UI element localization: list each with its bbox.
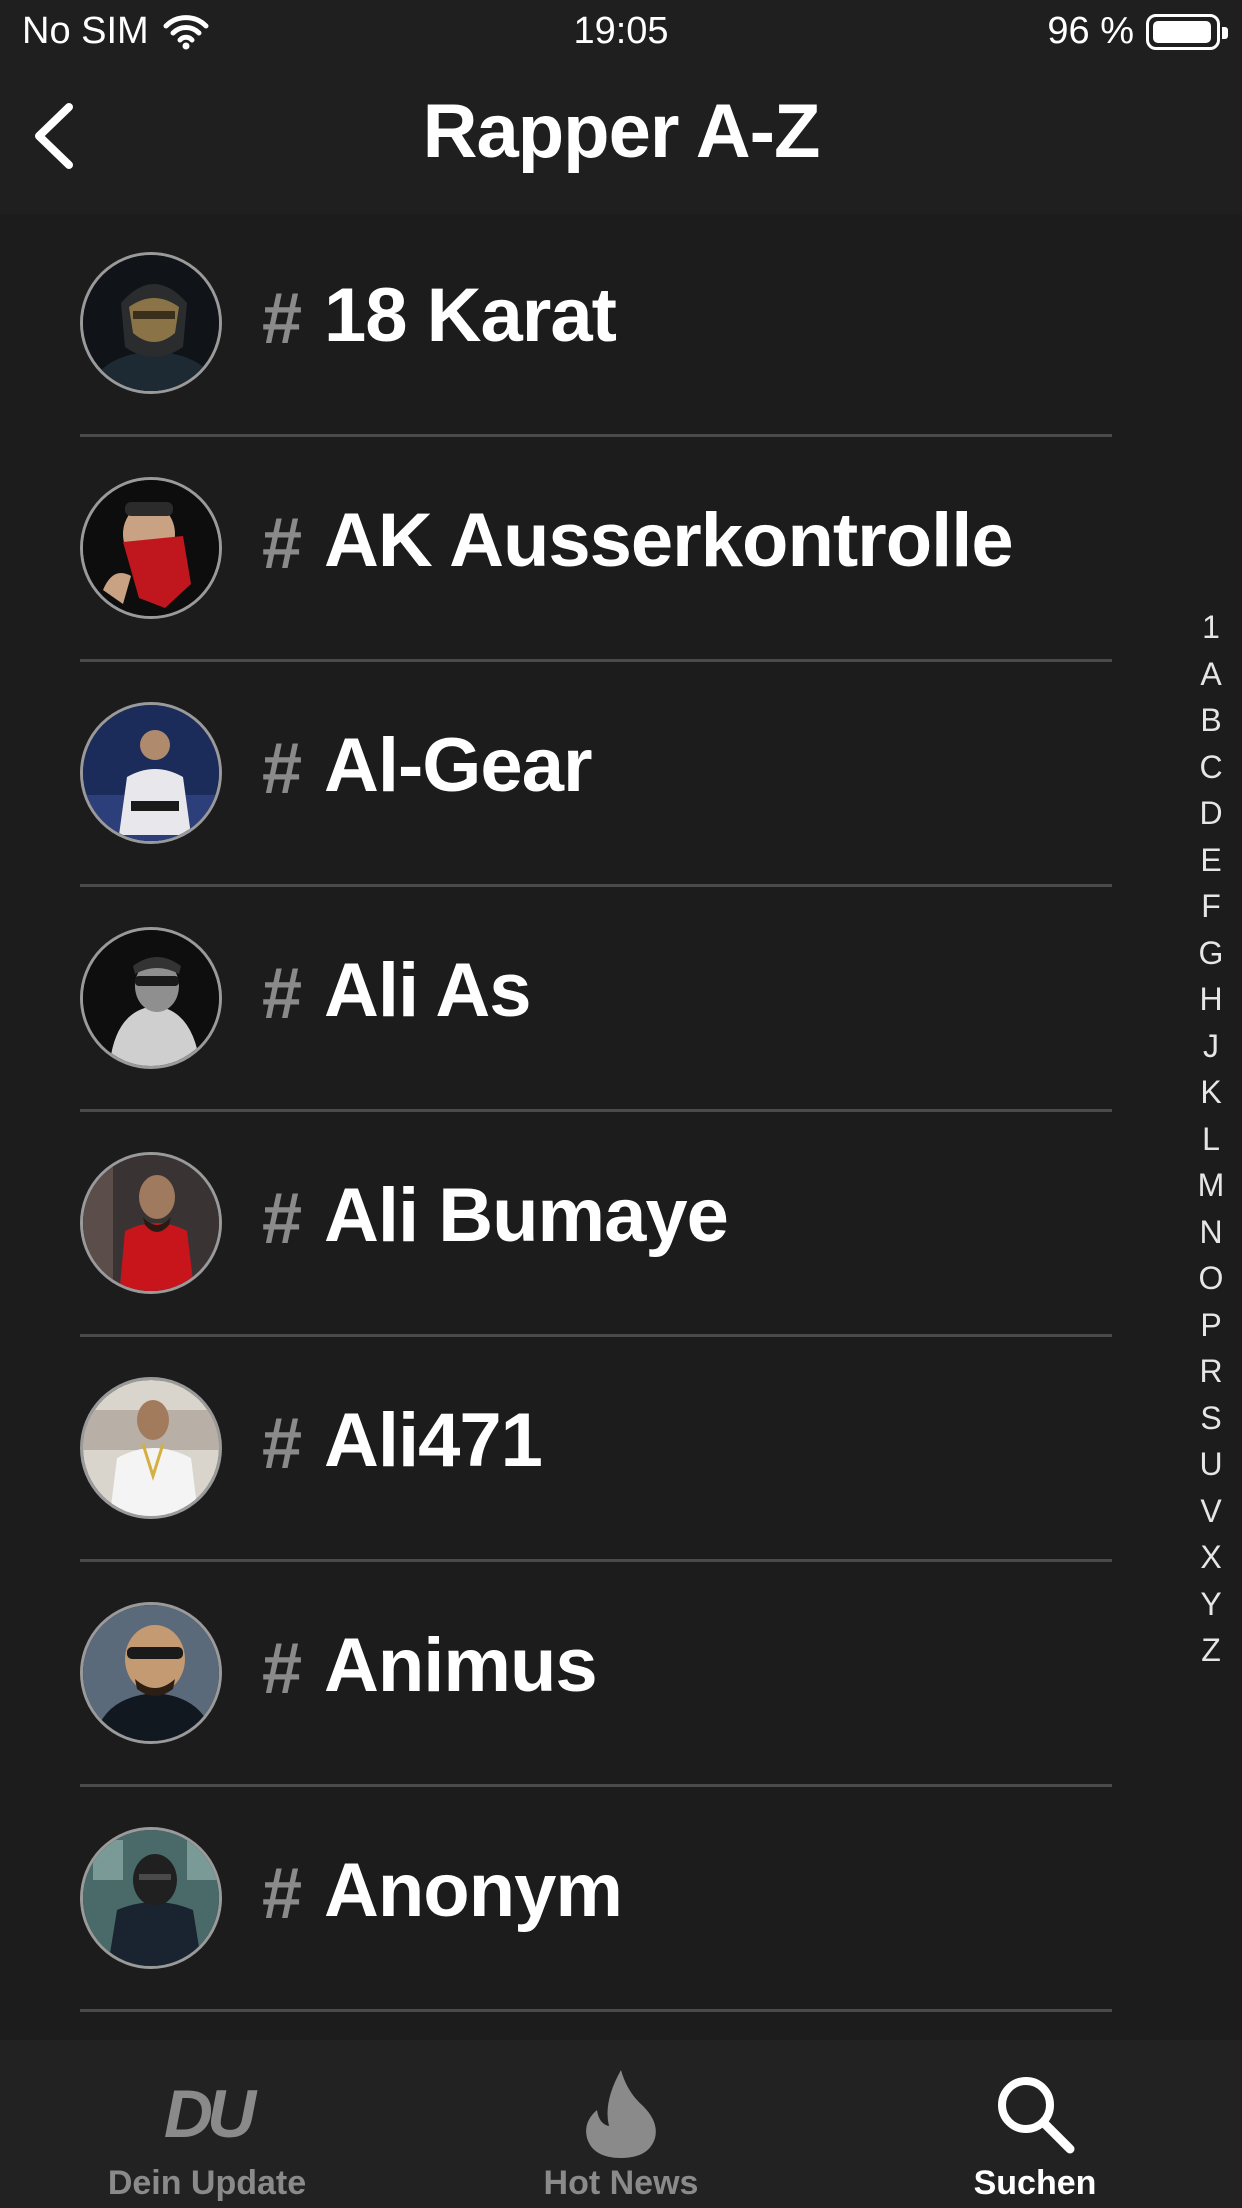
avatar [80,1377,222,1519]
hashtag-symbol: # [262,1179,303,1259]
tab-hot-news[interactable]: Hot News [414,2040,828,2208]
index-letter[interactable]: N [1190,1209,1232,1256]
index-letter[interactable]: G [1190,930,1232,977]
rapper-name: Ali As [324,948,532,1033]
index-letter[interactable]: K [1190,1069,1232,1116]
battery-icon [1146,13,1228,50]
index-letter[interactable]: L [1190,1116,1232,1163]
battery-percent: 96 % [1047,10,1134,52]
rapper-name: Ali471 [324,1398,543,1483]
rapper-name: 18 Karat [324,273,617,358]
list-item[interactable]: # Ali Bumaye [0,1114,1160,1339]
index-letter[interactable]: H [1190,976,1232,1023]
list-item[interactable]: # Ali471 [0,1339,1160,1564]
tab-dein-update[interactable]: DU Dein Update [0,2040,414,2208]
du-logo-icon: DU [163,2076,256,2152]
flame-icon [414,2064,828,2164]
index-letter[interactable]: R [1190,1348,1232,1395]
list-item[interactable]: # Ali As [0,889,1160,1114]
index-letter[interactable]: C [1190,744,1232,791]
index-letter[interactable]: S [1190,1395,1232,1442]
divider [80,1559,1112,1562]
index-letter[interactable]: V [1190,1488,1232,1535]
rapper-name: Al-Gear [324,723,593,808]
index-letter[interactable]: U [1190,1441,1232,1488]
navigation-bar: Rapper A-Z [0,66,1242,214]
index-letter[interactable]: E [1190,837,1232,884]
list-item[interactable]: # Al-Gear [0,664,1160,889]
index-letter[interactable]: M [1190,1162,1232,1209]
search-icon [828,2064,1242,2164]
status-bar: No SIM 19:05 96 % [0,0,1242,66]
avatar [80,702,222,844]
divider [80,884,1112,887]
hashtag-symbol: # [262,1404,303,1484]
tab-label: Suchen [973,2164,1097,2202]
list-item[interactable]: # 18 Karat [0,214,1160,439]
tab-suchen[interactable]: Suchen [828,2040,1242,2208]
index-letter[interactable]: 1 [1190,604,1232,651]
index-letter[interactable]: A [1190,651,1232,698]
tab-label: Hot News [543,2164,699,2202]
avatar [80,1602,222,1744]
index-letter[interactable]: B [1190,697,1232,744]
divider [80,1334,1112,1337]
list-item[interactable]: # Anonym [0,1789,1160,2014]
divider [80,1784,1112,1787]
index-letter[interactable]: O [1190,1255,1232,1302]
index-letter[interactable]: F [1190,883,1232,930]
index-letter[interactable]: Y [1190,1581,1232,1628]
rapper-name: Anonym [324,1848,623,1933]
tab-label: Dein Update [107,2164,307,2202]
divider [80,659,1112,662]
index-letter[interactable]: P [1190,1302,1232,1349]
avatar [80,1152,222,1294]
avatar [80,1827,222,1969]
index-letter[interactable]: J [1190,1023,1232,1070]
rapper-name: AK Ausserkontrolle [324,498,1014,583]
index-letter[interactable]: X [1190,1534,1232,1581]
index-letter[interactable]: Z [1190,1627,1232,1674]
divider [80,2009,1112,2012]
hashtag-symbol: # [262,504,303,584]
hashtag-symbol: # [262,1854,303,1934]
status-right: 96 % [1047,10,1228,53]
list-item[interactable]: # Animus [0,1564,1160,1789]
hashtag-symbol: # [262,729,303,809]
page-title: Rapper A-Z [422,89,821,174]
index-letter[interactable]: D [1190,790,1232,837]
hashtag-symbol: # [262,1629,303,1709]
tab-bar: DU Dein Update Hot News Suchen [0,2040,1242,2208]
hashtag-symbol: # [262,279,303,359]
divider [80,1109,1112,1112]
avatar [80,927,222,1069]
hashtag-symbol: # [262,954,303,1034]
avatar [80,252,222,394]
list-item[interactable]: # AK Ausserkontrolle [0,439,1160,664]
section-index[interactable]: 1ABCDEFGHJKLMNOPRSUVXYZ [1190,604,1232,1674]
divider [80,434,1112,437]
avatar [80,477,222,619]
rapper-name: Animus [324,1623,598,1708]
rapper-name: Ali Bumaye [324,1173,729,1258]
